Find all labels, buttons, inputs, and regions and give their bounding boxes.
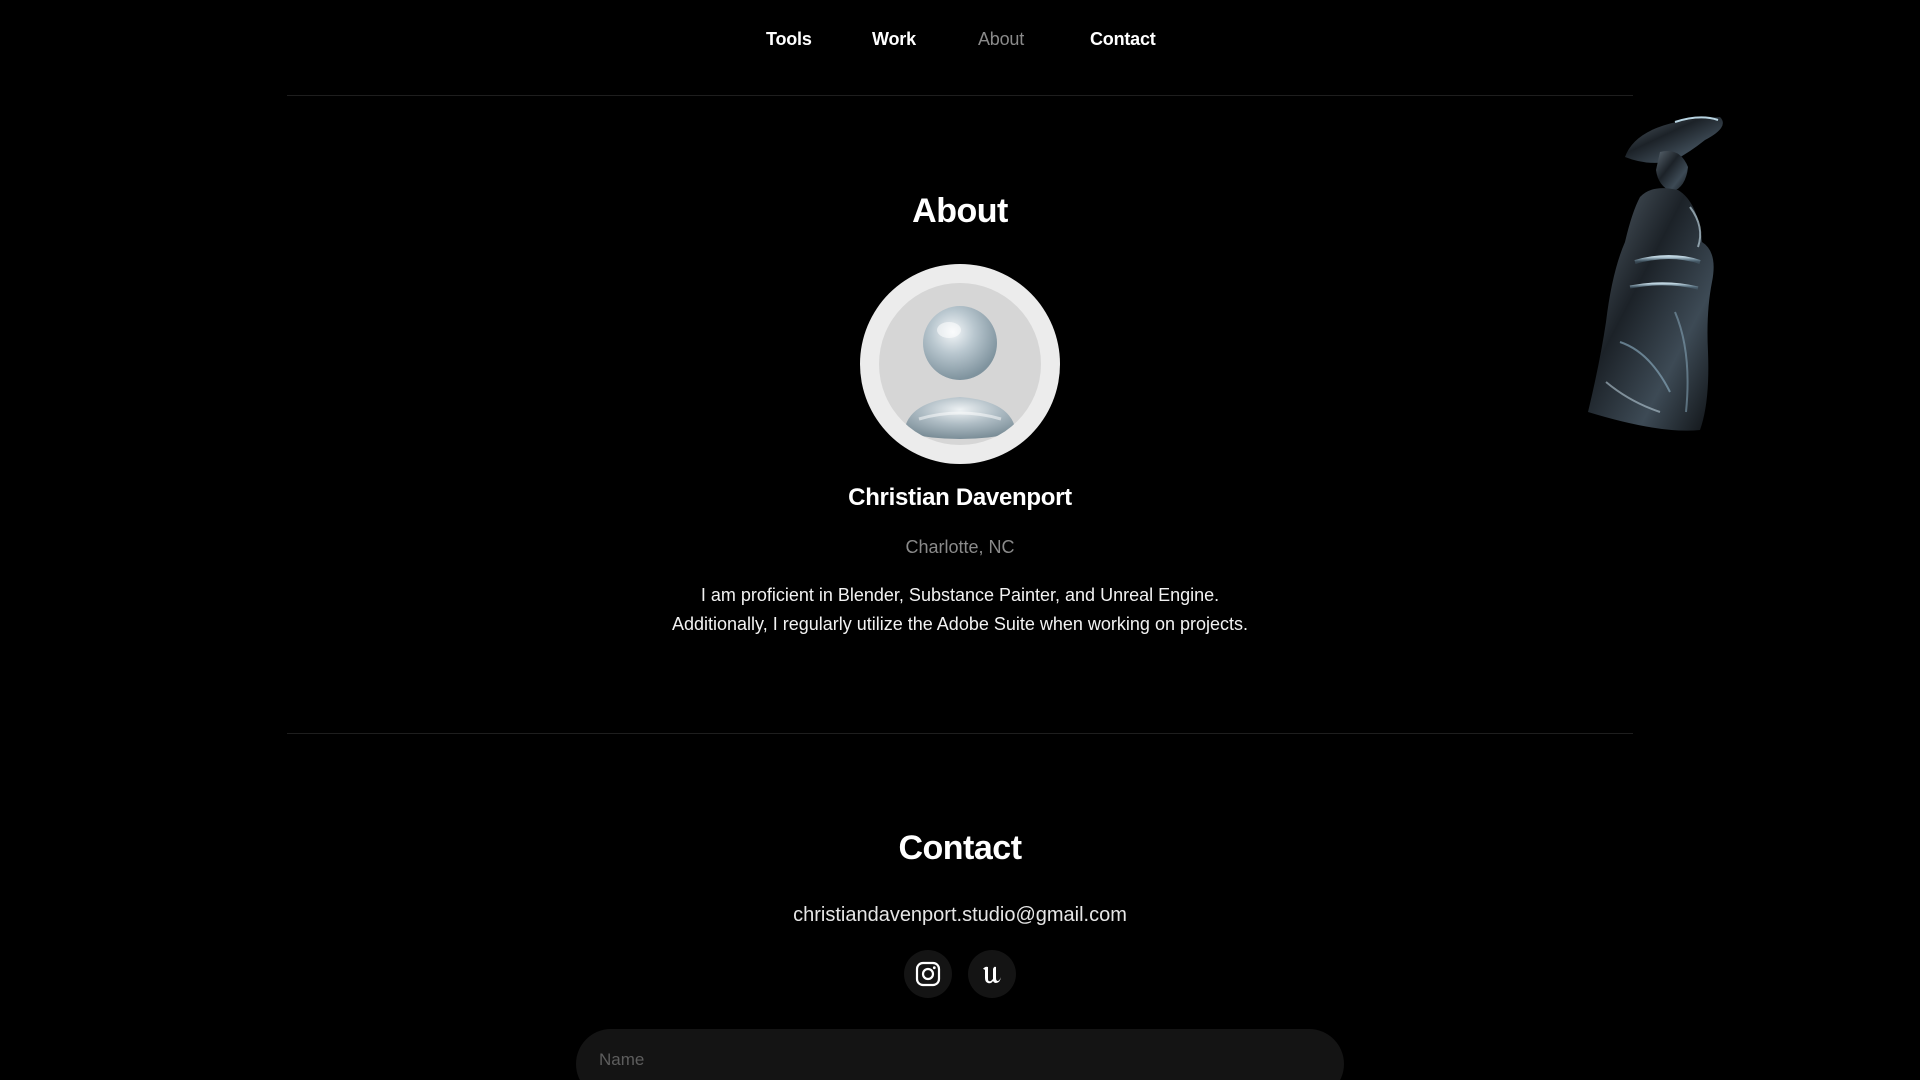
- divider-middle: [287, 733, 1633, 734]
- divider-top: [287, 95, 1633, 96]
- unreal-engine-icon: [983, 966, 1001, 984]
- bio-line-1: I am proficient in Blender, Substance Pa…: [700, 585, 1220, 605]
- name-input[interactable]: [576, 1029, 1344, 1080]
- nav-work[interactable]: Work: [872, 29, 916, 50]
- contact-title: Contact: [898, 829, 1022, 867]
- top-nav: Tools Work About Contact: [0, 0, 1920, 80]
- avatar-inner: [879, 283, 1041, 445]
- profile-name: Christian Davenport: [848, 484, 1072, 511]
- user-icon: [904, 306, 1016, 439]
- instagram-icon: [915, 961, 941, 987]
- profile-location: Charlotte, NC: [905, 537, 1015, 557]
- nav-contact[interactable]: Contact: [1090, 29, 1156, 50]
- page: Tools Work About Contact About Christian…: [0, 0, 1920, 1080]
- bio-line-2: Additionally, I regularly utilize the Ad…: [672, 614, 1248, 634]
- avatar: [860, 264, 1060, 464]
- profile-bio: I am proficient in Blender, Substance Pa…: [0, 581, 1920, 639]
- contact-email[interactable]: christiandavenport.studio@gmail.com: [0, 904, 1920, 927]
- instagram-button[interactable]: [904, 950, 952, 998]
- nav-about[interactable]: About: [978, 29, 1024, 50]
- nav-tools[interactable]: Tools: [766, 29, 812, 50]
- statue-figure-image: [1588, 116, 1723, 431]
- unreal-engine-button[interactable]: [968, 950, 1016, 998]
